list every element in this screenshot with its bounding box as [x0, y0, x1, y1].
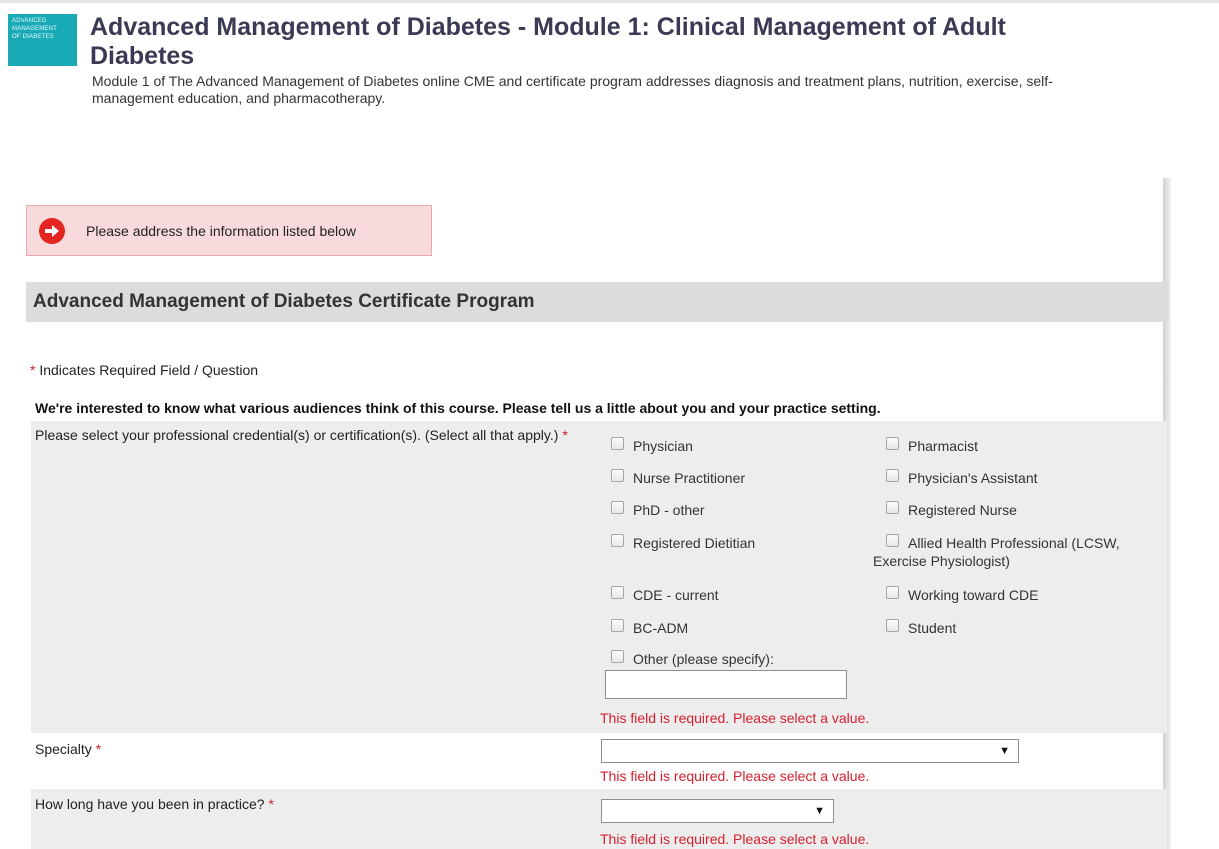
- specialty-select[interactable]: ▼: [601, 739, 1019, 763]
- credentials-error: This field is required. Please select a …: [600, 710, 870, 726]
- option-registered-dietitian-label: Registered Dietitian: [633, 535, 756, 551]
- specialty-question: Specialty *: [35, 741, 101, 757]
- checkbox-phd-other[interactable]: [611, 501, 624, 514]
- logo-text-line-3: OF DIABETES: [12, 34, 54, 40]
- specialty-error: This field is required. Please select a …: [600, 768, 870, 784]
- option-physicians-assistant-label: Physician's Assistant: [908, 470, 1038, 486]
- option-pharmacist-label: Pharmacist: [908, 438, 979, 454]
- required-star: *: [562, 427, 568, 443]
- logo-text-line-2: MANAGEMENT: [12, 26, 58, 32]
- checkbox-registered-nurse[interactable]: [886, 501, 899, 514]
- form-intro: We're interested to know what various au…: [35, 400, 881, 416]
- option-nurse-practitioner-label: Nurse Practitioner: [633, 470, 746, 486]
- option-other-label: Other (please specify):: [633, 651, 774, 667]
- checkbox-physician[interactable]: [611, 437, 624, 450]
- top-border: [0, 0, 1219, 3]
- practice-length-label: How long have you been in practice?: [35, 796, 265, 812]
- required-note: * Indicates Required Field / Question: [30, 362, 258, 379]
- required-note-text: Indicates Required Field / Question: [39, 362, 259, 378]
- dropdown-arrow-icon: ▼: [999, 745, 1010, 757]
- page-description: Module 1 of The Advanced Management of D…: [92, 73, 1053, 106]
- practice-length-error: This field is required. Please select a …: [600, 831, 870, 847]
- checkbox-other[interactable]: [611, 650, 624, 663]
- checkbox-pharmacist[interactable]: [886, 437, 899, 450]
- credentials-question: Please select your professional credenti…: [35, 427, 595, 443]
- other-specify-input[interactable]: [605, 670, 847, 699]
- specialty-label: Specialty: [35, 741, 92, 757]
- dropdown-arrow-icon: ▼: [814, 805, 825, 817]
- option-phd-other-label: PhD - other: [633, 502, 705, 518]
- checkbox-student[interactable]: [886, 619, 899, 632]
- option-working-toward-cde-label: Working toward CDE: [908, 587, 1039, 603]
- checkbox-working-toward-cde[interactable]: [886, 586, 899, 599]
- practice-length-question: How long have you been in practice? *: [35, 796, 274, 812]
- option-student-label: Student: [908, 620, 957, 636]
- checkbox-physicians-assistant[interactable]: [886, 469, 899, 482]
- program-logo: ADVANCED MANAGEMENT OF DIABETES: [8, 14, 77, 66]
- practice-length-select[interactable]: ▼: [601, 799, 834, 823]
- required-star: *: [95, 741, 102, 757]
- option-registered-nurse-label: Registered Nurse: [908, 502, 1017, 518]
- option-cde-current-label: CDE - current: [633, 587, 719, 603]
- option-allied-health-label: Allied Health Professional (LCSW, Exerci…: [873, 535, 1120, 569]
- checkbox-cde-current[interactable]: [611, 586, 624, 599]
- validation-alert: Please address the information listed be…: [26, 205, 432, 256]
- alert-message: Please address the information listed be…: [86, 223, 357, 239]
- credentials-label: Please select your professional credenti…: [35, 427, 559, 443]
- credentials-row: [31, 421, 1167, 733]
- arrow-right-circle-icon: [39, 218, 65, 244]
- checkbox-registered-dietitian[interactable]: [611, 534, 624, 547]
- option-physician-label: Physician: [633, 438, 693, 454]
- section-title: Advanced Management of Diabetes Certific…: [26, 282, 1169, 322]
- checkbox-bc-adm[interactable]: [611, 619, 624, 632]
- option-bc-adm-label: BC-ADM: [633, 620, 689, 636]
- checkbox-nurse-practitioner[interactable]: [611, 469, 624, 482]
- required-star: *: [30, 362, 36, 378]
- page-title: Advanced Management of Diabetes - Module…: [90, 13, 1006, 70]
- required-star: *: [268, 796, 274, 812]
- logo-text-line-1: ADVANCED: [12, 18, 47, 24]
